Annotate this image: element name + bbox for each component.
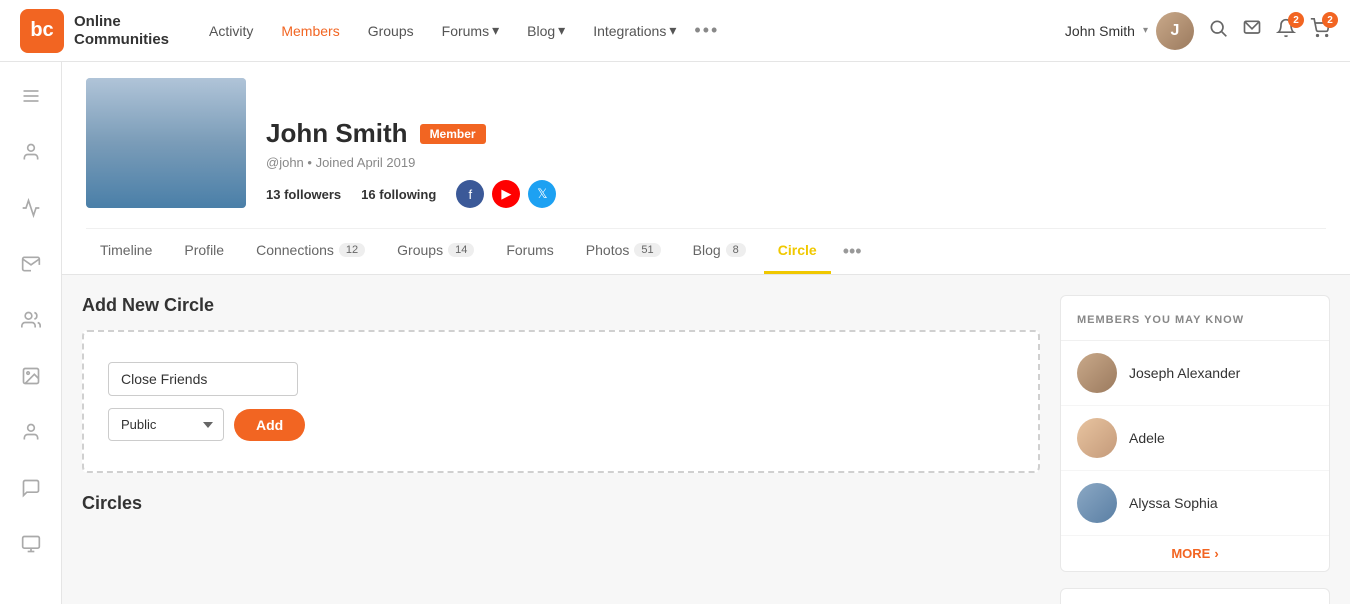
sidebar-inbox-icon[interactable] [13, 246, 49, 282]
nav-members[interactable]: Members [271, 17, 349, 45]
sidebar-group-icon[interactable] [13, 302, 49, 338]
blog-chevron-icon: ▾ [558, 22, 565, 39]
facebook-icon[interactable]: f [456, 180, 484, 208]
add-circle-box: Public Private Friends Only Add [82, 330, 1040, 473]
youtube-icon[interactable]: ▶ [492, 180, 520, 208]
circles-section-title: Circles [82, 493, 1040, 514]
tab-more-button[interactable]: ••• [835, 229, 870, 274]
sidebar-chat-icon[interactable] [13, 470, 49, 506]
topnav-left: bc Online Communities Activity Members G… [20, 9, 1065, 53]
nav-blog[interactable]: Blog ▾ [517, 16, 575, 45]
tab-circle[interactable]: Circle [764, 229, 831, 274]
member-row-joseph: Joseph Alexander [1061, 341, 1329, 406]
user-chevron-icon: ▾ [1143, 25, 1148, 36]
updates-card-header: LATEST UPDATES [1061, 589, 1329, 604]
nav-activity[interactable]: Activity [199, 17, 263, 45]
members-card: MEMBERS YOU MAY KNOW Joseph Alexander Ad… [1060, 295, 1330, 572]
topnav-username: John Smith [1065, 23, 1135, 39]
topnav-right: John Smith ▾ J 2 2 [1065, 12, 1330, 50]
nav-groups[interactable]: Groups [358, 17, 424, 45]
add-circle-button[interactable]: Add [234, 409, 305, 441]
profile-header: John Smith Member @john • Joined April 2… [62, 62, 1350, 275]
circle-name-input[interactable] [108, 362, 298, 396]
followers-stat: 13 followers [266, 187, 341, 202]
tab-groups[interactable]: Groups 14 [383, 229, 488, 274]
profile-meta: @john • Joined April 2019 [266, 155, 1326, 170]
integrations-chevron-icon: ▾ [669, 22, 676, 39]
cart-badge: 2 [1322, 12, 1338, 28]
member-name-joseph: Joseph Alexander [1129, 365, 1240, 381]
forums-chevron-icon: ▾ [492, 22, 499, 39]
profile-photo-image [86, 78, 246, 208]
page-body: Add New Circle Public Private Friends On… [62, 275, 1350, 604]
member-row-adele: Adele [1061, 406, 1329, 471]
member-avatar-alyssa [1077, 483, 1117, 523]
profile-name: John Smith [266, 118, 408, 149]
notifications-icon[interactable]: 2 [1276, 18, 1296, 43]
more-menu-button[interactable]: ••• [694, 20, 719, 41]
circle-input-row [108, 362, 1014, 396]
profile-name-row: John Smith Member [266, 118, 1326, 149]
nav-integrations[interactable]: Integrations ▾ [583, 16, 686, 45]
cart-icon[interactable]: 2 [1310, 18, 1330, 43]
search-icon[interactable] [1208, 18, 1228, 44]
members-more-link[interactable]: MORE › [1061, 536, 1329, 571]
notification-badge: 2 [1288, 12, 1304, 28]
sidebar-user-icon[interactable] [13, 134, 49, 170]
tab-blog[interactable]: Blog 8 [679, 229, 760, 274]
profile-photo [86, 78, 246, 208]
member-name-alyssa: Alyssa Sophia [1129, 495, 1218, 511]
circle-controls-row: Public Private Friends Only Add [108, 408, 1014, 441]
circle-main: Add New Circle Public Private Friends On… [82, 295, 1040, 604]
messages-icon[interactable] [1242, 18, 1262, 43]
member-name-adele: Adele [1129, 430, 1165, 446]
user-menu[interactable]: John Smith ▾ J [1065, 12, 1194, 50]
sidebar-image-icon[interactable] [13, 358, 49, 394]
add-circle-title: Add New Circle [82, 295, 1040, 316]
nav-forums[interactable]: Forums ▾ [432, 16, 509, 45]
sidebar-activity-icon[interactable] [13, 190, 49, 226]
visibility-select[interactable]: Public Private Friends Only [108, 408, 224, 441]
profile-tabs: Timeline Profile Connections 12 Groups 1… [86, 228, 1326, 274]
profile-details: John Smith Member @john • Joined April 2… [266, 118, 1326, 208]
twitter-icon[interactable]: 𝕏 [528, 180, 556, 208]
page-sidebar: MEMBERS YOU MAY KNOW Joseph Alexander Ad… [1060, 295, 1330, 604]
sidebar-profile-icon[interactable] [13, 414, 49, 450]
nav-links: Activity Members Groups Forums ▾ Blog ▾ … [199, 16, 719, 45]
logo-icon: bc [20, 9, 64, 53]
member-avatar-adele [1077, 418, 1117, 458]
profile-info-row: John Smith Member @john • Joined April 2… [86, 78, 1326, 220]
tab-photos[interactable]: Photos 51 [572, 229, 675, 274]
sidebar-monitor-icon[interactable] [13, 526, 49, 562]
social-icons: f ▶ 𝕏 [456, 180, 556, 208]
more-chevron-icon: › [1214, 546, 1218, 561]
logo-text: Online Communities [74, 13, 169, 49]
members-card-title: MEMBERS YOU MAY KNOW [1077, 314, 1244, 326]
logo[interactable]: bc Online Communities [20, 9, 169, 53]
profile-stats: 13 followers 16 following f ▶ 𝕏 [266, 180, 1326, 208]
top-navigation: bc Online Communities Activity Members G… [0, 0, 1350, 62]
member-avatar-joseph [1077, 353, 1117, 393]
main-layout: John Smith Member @john • Joined April 2… [0, 62, 1350, 604]
sidebar-left [0, 62, 62, 604]
member-badge: Member [420, 124, 486, 144]
user-avatar: J [1156, 12, 1194, 50]
tab-forums[interactable]: Forums [492, 229, 567, 274]
tab-connections[interactable]: Connections 12 [242, 229, 379, 274]
main-content: John Smith Member @john • Joined April 2… [62, 62, 1350, 604]
member-row-alyssa: Alyssa Sophia [1061, 471, 1329, 536]
tab-profile[interactable]: Profile [170, 229, 238, 274]
following-stat: 16 following [361, 187, 436, 202]
tab-timeline[interactable]: Timeline [86, 229, 166, 274]
updates-card: LATEST UPDATES Nicolina posted an update… [1060, 588, 1330, 604]
members-card-header: MEMBERS YOU MAY KNOW [1061, 296, 1329, 341]
hamburger-menu-icon[interactable] [13, 78, 49, 114]
